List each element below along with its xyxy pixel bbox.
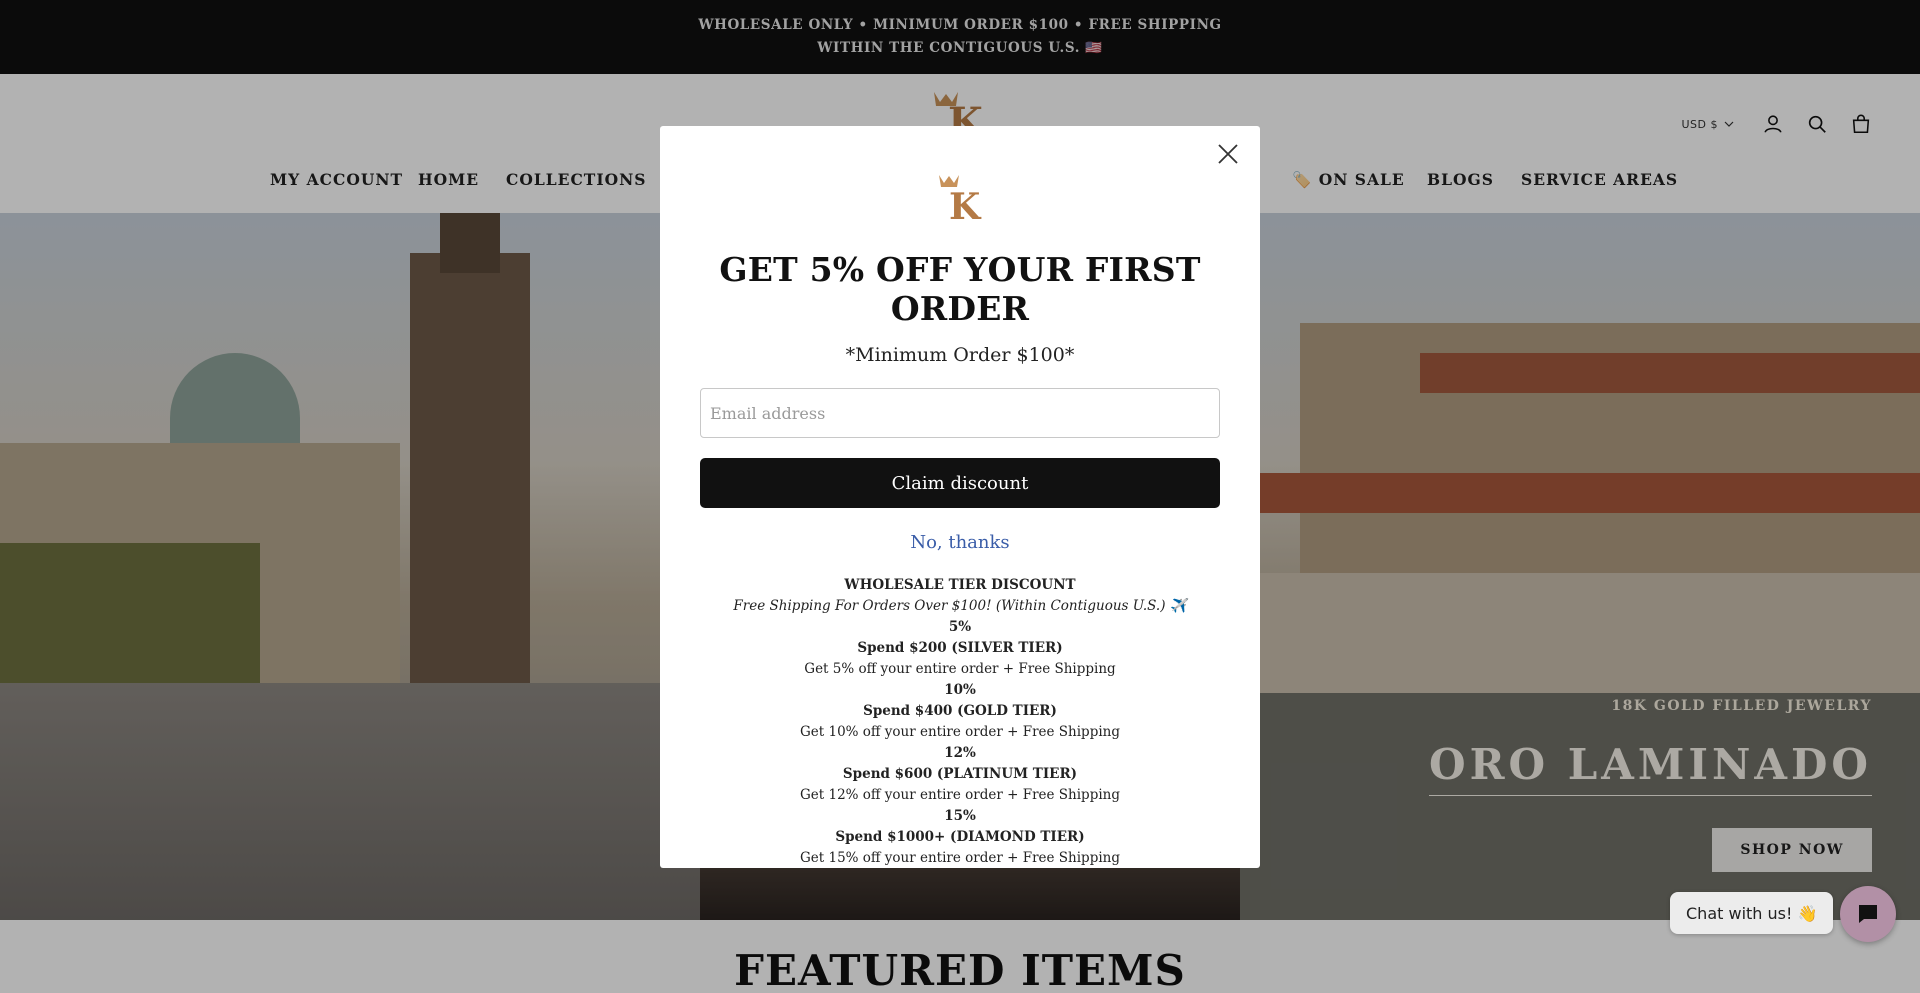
- tier-percent: 10%: [944, 682, 976, 698]
- svg-text:K: K: [949, 186, 982, 222]
- tier-heading: WHOLESALE TIER DISCOUNT: [844, 577, 1076, 593]
- tier-name: Spend $400 (GOLD TIER): [863, 703, 1057, 719]
- chat-prompt-bubble[interactable]: Chat with us! 👋: [1670, 892, 1834, 934]
- tier-description: Get 5% off your entire order + Free Ship…: [804, 661, 1116, 677]
- tier-name: Spend $1000+ (DIAMOND TIER): [835, 829, 1085, 845]
- chat-launcher-button[interactable]: [1840, 886, 1896, 942]
- tier-discount-list: WHOLESALE TIER DISCOUNT Free Shipping Fo…: [660, 575, 1260, 869]
- tier-percent: 5%: [948, 619, 972, 635]
- claim-discount-button[interactable]: Claim discount: [700, 458, 1220, 508]
- popup-subtitle: *Minimum Order $100*: [845, 344, 1075, 366]
- discount-popup: K GET 5% OFF YOUR FIRST ORDER *Minimum O…: [660, 126, 1260, 868]
- brand-logo-icon: K: [939, 175, 982, 222]
- email-field[interactable]: [700, 388, 1220, 438]
- no-thanks-link[interactable]: No, thanks: [660, 532, 1260, 553]
- shipping-note: Free Shipping For Orders Over $100! (Wit…: [733, 598, 1187, 614]
- tier-description: Get 15% off your entire order + Free Shi…: [800, 850, 1120, 866]
- close-icon: [1218, 144, 1238, 164]
- tier-description: Get 10% off your entire order + Free Shi…: [800, 724, 1120, 740]
- chat-icon: [1859, 905, 1877, 923]
- tier-percent: 12%: [944, 745, 976, 761]
- tier-percent: 15%: [944, 808, 976, 824]
- tier-name: Spend $200 (SILVER TIER): [857, 640, 1063, 656]
- tier-name: Spend $600 (PLATINUM TIER): [842, 766, 1078, 782]
- close-button[interactable]: [1212, 138, 1244, 170]
- popup-title: GET 5% OFF YOUR FIRST ORDER: [719, 250, 1201, 328]
- tier-description: Get 12% off your entire order + Free Shi…: [800, 787, 1120, 803]
- chat-prompt-label: Chat with us! 👋: [1686, 903, 1818, 923]
